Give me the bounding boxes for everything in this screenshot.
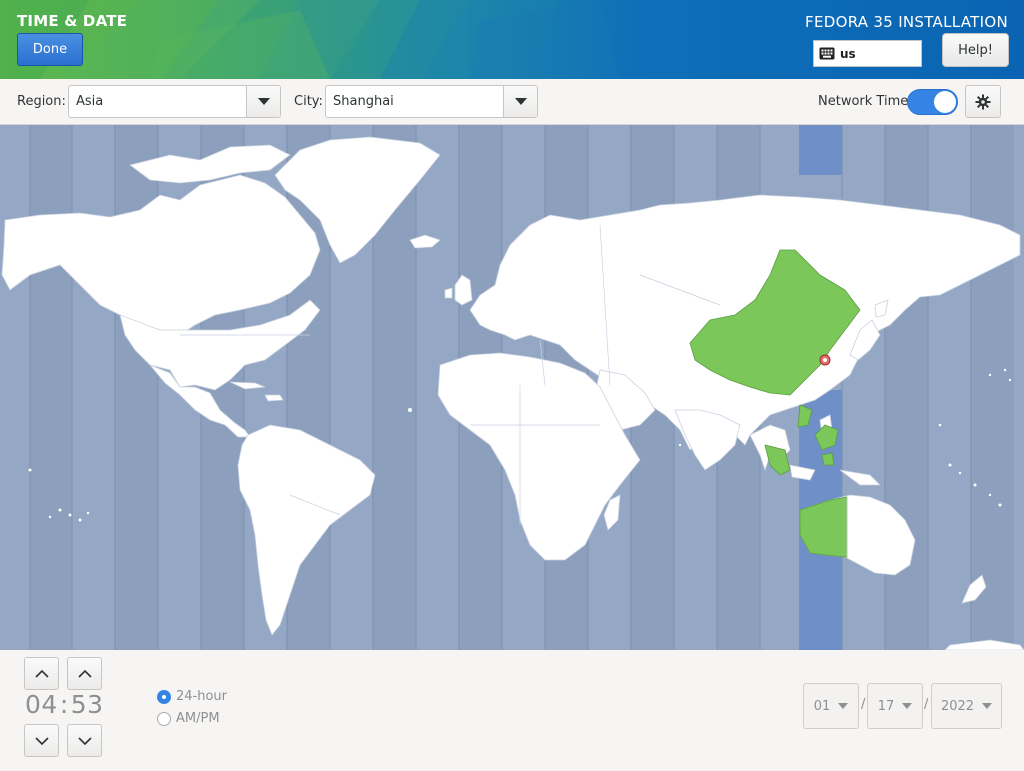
region-label: Region: bbox=[17, 94, 66, 109]
network-time-toggle[interactable] bbox=[907, 89, 958, 115]
chevron-down-icon bbox=[838, 703, 849, 709]
year-dropdown[interactable]: 2022 bbox=[931, 683, 1002, 729]
region-city-toolbar: Region: Asia City: Shanghai Network Time bbox=[0, 79, 1024, 125]
city-location-marker bbox=[819, 354, 831, 366]
timezone-map[interactable] bbox=[0, 125, 1024, 650]
chevron-down-icon bbox=[34, 736, 49, 745]
chevron-down-icon[interactable] bbox=[503, 86, 537, 117]
help-button[interactable]: Help! bbox=[942, 33, 1009, 67]
month-value: 01 bbox=[813, 698, 831, 714]
minutes-value: 53 bbox=[70, 690, 104, 719]
hour-decrease-button[interactable] bbox=[24, 724, 59, 757]
city-label: City: bbox=[294, 94, 323, 109]
chevron-down-icon[interactable] bbox=[246, 86, 280, 117]
format-24-hour-radio[interactable]: 24-hour bbox=[157, 689, 227, 704]
month-dropdown[interactable]: 01 bbox=[803, 683, 859, 729]
year-value: 2022 bbox=[940, 698, 975, 714]
world-map[interactable] bbox=[0, 125, 1024, 650]
format-ampm-label: AM/PM bbox=[176, 711, 220, 726]
radio-selected-icon bbox=[157, 689, 171, 704]
date-separator: / bbox=[861, 697, 866, 712]
minute-decrease-button[interactable] bbox=[67, 724, 102, 757]
format-24-hour-label: 24-hour bbox=[176, 689, 228, 704]
chevron-down-icon bbox=[982, 703, 993, 709]
day-value: 17 bbox=[877, 698, 895, 714]
done-button[interactable]: Done bbox=[17, 33, 83, 66]
radio-unselected-icon bbox=[157, 711, 171, 726]
hour-increase-button[interactable] bbox=[24, 657, 59, 690]
ntp-settings-button[interactable] bbox=[965, 85, 1001, 118]
format-ampm-radio[interactable]: AM/PM bbox=[157, 711, 220, 726]
product-title: FEDORA 35 INSTALLATION bbox=[805, 13, 1008, 31]
selected-timezone-band bbox=[799, 125, 842, 175]
day-dropdown[interactable]: 17 bbox=[867, 683, 923, 729]
network-time-label: Network Time bbox=[818, 94, 909, 109]
keyboard-layout-indicator[interactable]: us bbox=[813, 40, 922, 67]
chevron-up-icon bbox=[34, 669, 49, 678]
chevron-up-icon bbox=[77, 669, 92, 678]
toggle-knob bbox=[934, 91, 956, 113]
page-title: TIME & DATE bbox=[17, 12, 128, 30]
gear-icon bbox=[975, 94, 991, 109]
minute-increase-button[interactable] bbox=[67, 657, 102, 690]
keyboard-icon bbox=[819, 47, 835, 60]
region-value: Asia bbox=[76, 94, 104, 109]
chevron-down-icon bbox=[77, 736, 92, 745]
header-bar: TIME & DATE Done FEDORA 35 INSTALLATION … bbox=[0, 0, 1024, 79]
hours-value: 04 bbox=[25, 690, 58, 719]
chevron-down-icon bbox=[902, 703, 913, 709]
region-dropdown[interactable]: Asia bbox=[68, 85, 281, 118]
time-separator: : bbox=[59, 690, 69, 719]
time-display: 04:53 bbox=[25, 690, 104, 719]
keyboard-layout-label: us bbox=[840, 46, 856, 61]
city-value: Shanghai bbox=[333, 94, 394, 109]
date-separator: / bbox=[924, 697, 929, 712]
city-dropdown[interactable]: Shanghai bbox=[325, 85, 538, 118]
